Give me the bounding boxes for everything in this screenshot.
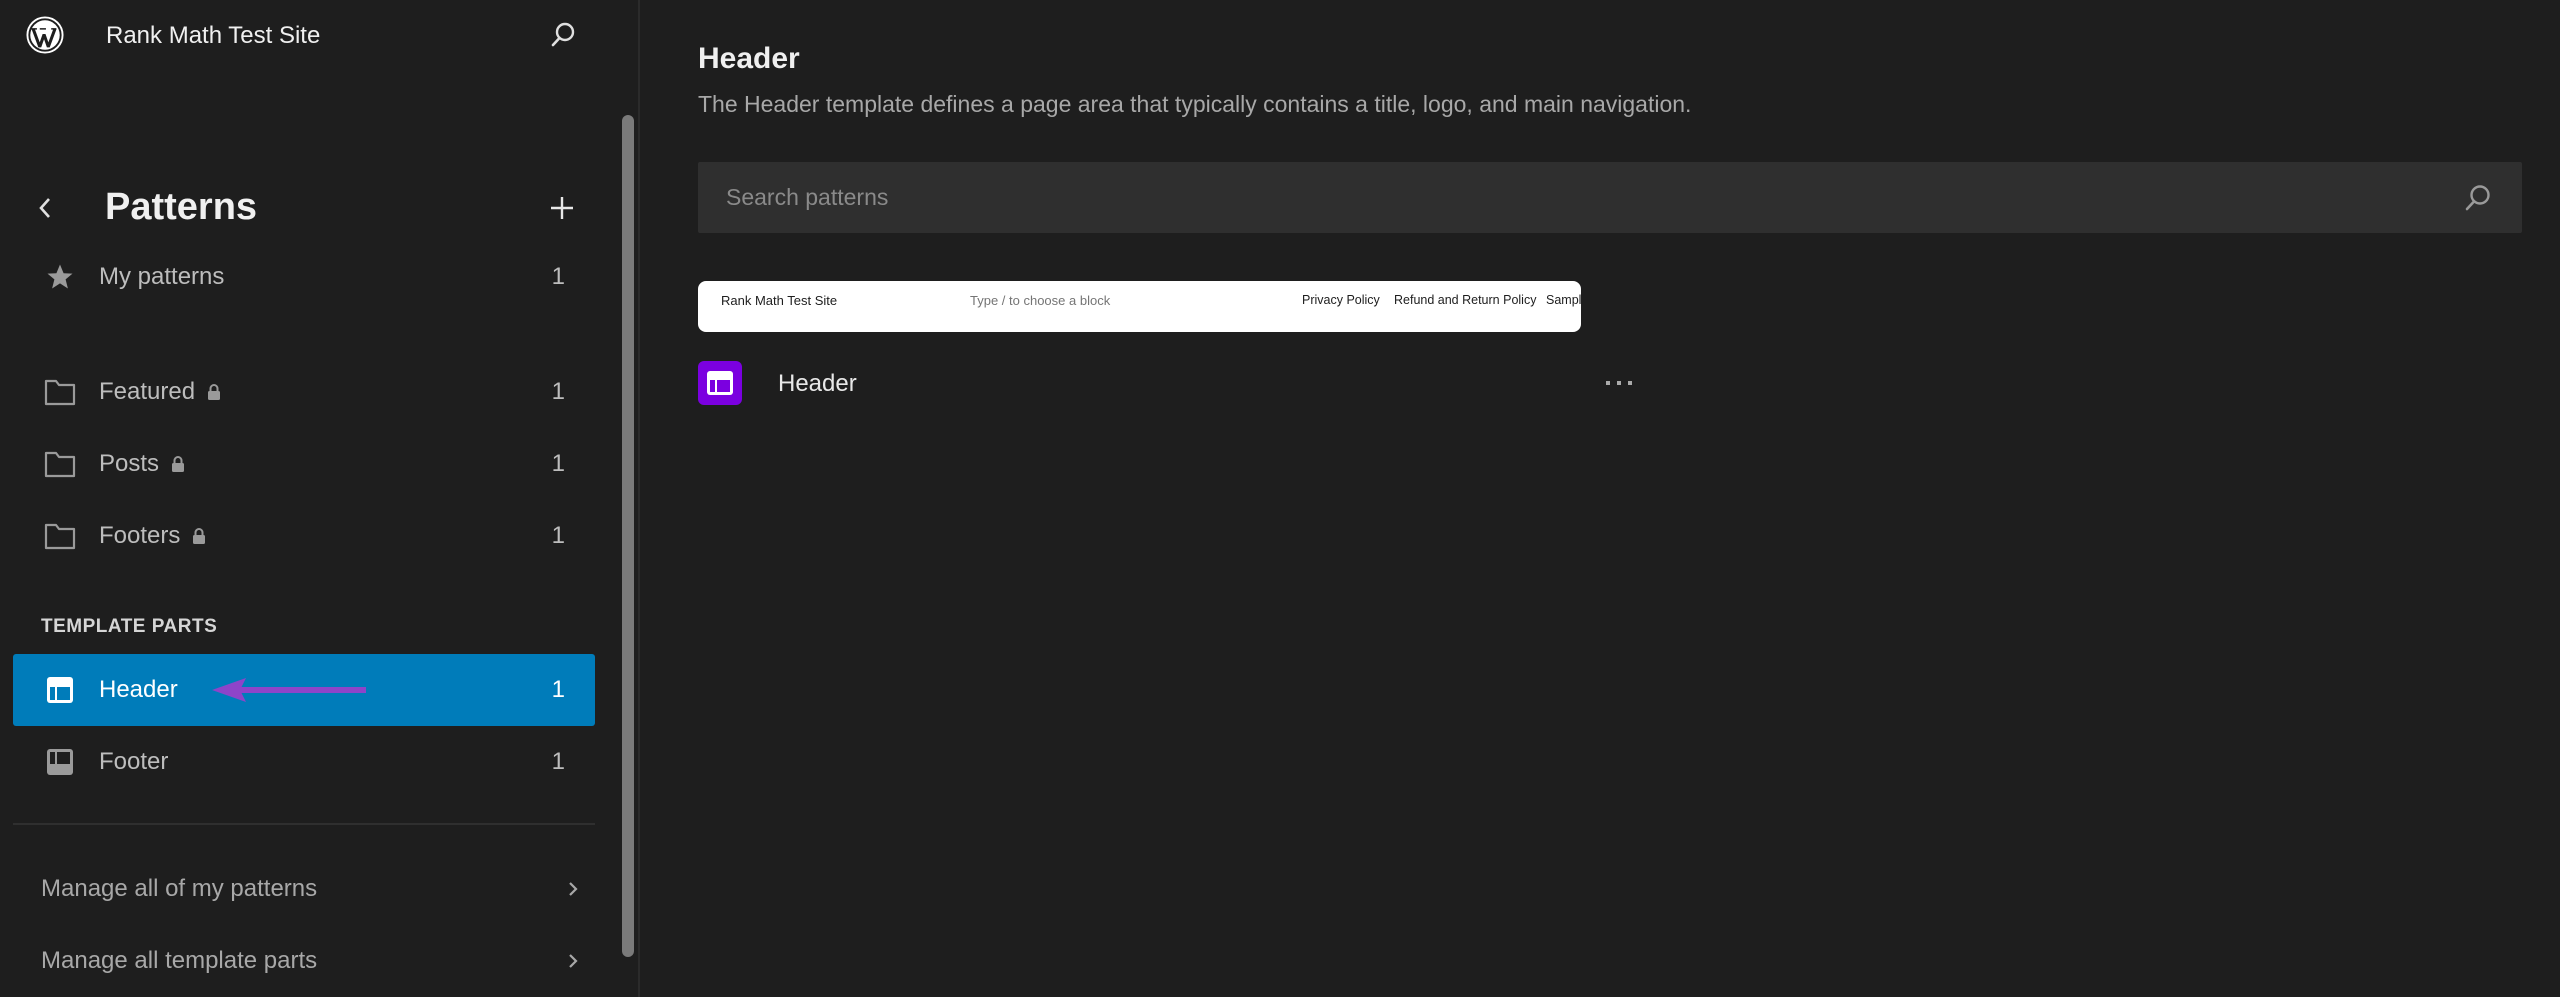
sidebar-item-footers[interactable]: Footers 1	[13, 506, 595, 566]
section-title: Patterns	[105, 186, 258, 228]
more-options-icon[interactable]	[1602, 371, 1636, 395]
footer-layout-icon	[43, 745, 77, 779]
preview-block-hint: Type / to choose a block	[970, 293, 1111, 308]
header-layout-icon	[43, 673, 77, 707]
sidebar-item-label: My patterns	[99, 263, 225, 290]
pattern-preview-header[interactable]: Rank Math Test Site Type / to choose a b…	[698, 281, 1581, 332]
sidebar-item-count: 1	[551, 748, 565, 775]
preview-nav-item: Refund and Return Policy	[1394, 293, 1537, 307]
sidebar-item-count: 1	[551, 378, 565, 405]
add-pattern-plus-icon[interactable]	[546, 192, 578, 224]
sidebar-scrollbar[interactable]	[622, 115, 634, 957]
sidebar-item-featured[interactable]: Featured 1	[13, 362, 595, 422]
lock-icon	[172, 456, 185, 472]
sidebar-item-label: Featured	[99, 378, 196, 405]
page-description: The Header template defines a page area …	[698, 91, 1692, 117]
star-icon	[43, 260, 77, 294]
site-title[interactable]: Rank Math Test Site	[106, 22, 320, 50]
lock-icon	[193, 528, 206, 544]
folder-icon	[43, 447, 77, 481]
sidebar-item-my-patterns[interactable]: My patterns 1	[13, 247, 595, 307]
template-parts-heading: TEMPLATE PARTS	[41, 616, 218, 637]
folder-icon	[43, 375, 77, 409]
chevron-right-icon	[569, 954, 578, 968]
pattern-item: Header	[698, 361, 1632, 405]
header-layout-icon	[698, 361, 742, 405]
page-title: Header	[698, 42, 800, 75]
manage-my-patterns-link[interactable]: Manage all of my patterns	[41, 867, 581, 911]
chevron-right-icon	[569, 882, 578, 896]
sidebar-item-posts[interactable]: Posts 1	[13, 434, 595, 494]
sidebar: Rank Math Test Site Patterns My patterns…	[0, 0, 638, 997]
sidebar-item-count: 1	[551, 450, 565, 477]
sidebar-item-count: 1	[551, 676, 565, 703]
preview-nav-item: Sample Page	[1546, 293, 1581, 307]
search-patterns-box	[698, 162, 2522, 233]
sidebar-item-count: 1	[551, 522, 565, 549]
pattern-label[interactable]: Header	[778, 370, 857, 398]
main-content: Header The Header template defines a pag…	[640, 0, 2560, 997]
wordpress-logo-icon[interactable]	[26, 16, 64, 54]
back-chevron-icon[interactable]	[30, 190, 60, 226]
preview-nav-item: Privacy Policy	[1302, 293, 1380, 307]
search-icon[interactable]	[548, 20, 578, 50]
folder-icon	[43, 519, 77, 553]
search-icon[interactable]	[2462, 182, 2494, 214]
sidebar-divider	[13, 823, 595, 825]
preview-site-title: Rank Math Test Site	[721, 293, 838, 308]
manage-template-parts-link[interactable]: Manage all template parts	[41, 939, 581, 983]
sidebar-item-footer[interactable]: Footer 1	[13, 732, 595, 792]
sidebar-item-header[interactable]: Header 1	[13, 654, 595, 726]
sidebar-item-count: 1	[551, 263, 565, 290]
sidebar-item-label: Posts	[99, 450, 160, 477]
search-patterns-input[interactable]	[698, 162, 2522, 233]
sidebar-item-label: Header	[99, 676, 178, 703]
sidebar-item-label: Footers	[99, 522, 181, 549]
sidebar-item-label: Footer	[99, 748, 169, 775]
lock-icon	[208, 384, 221, 400]
